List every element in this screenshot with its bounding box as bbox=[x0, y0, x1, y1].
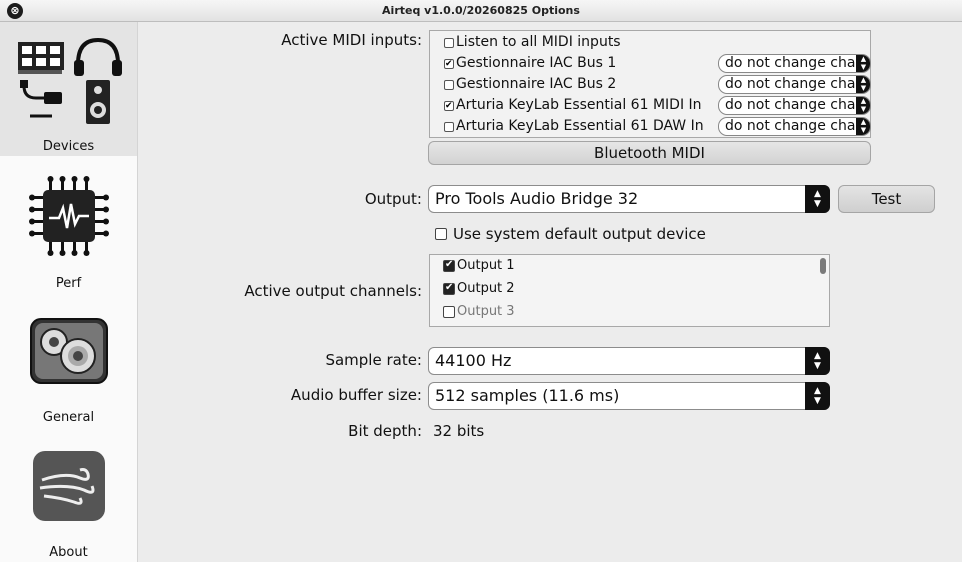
sample-rate-select[interactable]: 44100 Hz ▲ ▼ bbox=[428, 347, 830, 375]
channel-select[interactable]: do not change channel ▲ ▼ bbox=[718, 54, 871, 73]
output-channel-checkbox[interactable] bbox=[443, 306, 455, 318]
sidebar-item-general[interactable]: General bbox=[0, 308, 137, 438]
output-channel-row[interactable]: Output 2 bbox=[430, 278, 820, 301]
sidebar: Devices Perf General About bbox=[0, 22, 138, 562]
sidebar-item-perf[interactable]: Perf bbox=[0, 168, 137, 298]
output-label: Output: bbox=[364, 190, 422, 208]
sidebar-item-label: General bbox=[42, 410, 95, 425]
listen-all-label: Listen to all MIDI inputs bbox=[456, 34, 621, 50]
bluetooth-midi-button[interactable]: Bluetooth MIDI bbox=[428, 141, 871, 165]
midi-input-row[interactable]: Gestionnaire IAC Bus 1 do not change cha… bbox=[434, 54, 871, 74]
output-channel-checkbox[interactable] bbox=[443, 259, 455, 272]
midi-input-checkbox[interactable] bbox=[444, 122, 454, 132]
sidebar-item-label: Perf bbox=[55, 276, 82, 291]
bit-depth-label: Bit depth: bbox=[348, 422, 422, 440]
midi-input-checkbox[interactable] bbox=[444, 101, 454, 111]
select-arrows-icon: ▲ ▼ bbox=[805, 347, 830, 375]
buffer-size-select[interactable]: 512 samples (11.6 ms) ▲ ▼ bbox=[428, 382, 830, 410]
channel-select[interactable]: do not change channel ▲ ▼ bbox=[718, 75, 871, 94]
midi-input-name: Gestionnaire IAC Bus 2 bbox=[456, 76, 617, 92]
midi-input-row[interactable]: Arturia KeyLab Essential 61 DAW In do no… bbox=[434, 117, 871, 137]
output-select-value: Pro Tools Audio Bridge 32 bbox=[435, 189, 639, 208]
midi-listen-all-row[interactable]: Listen to all MIDI inputs bbox=[434, 33, 870, 53]
output-channels-list[interactable]: Output 1 Output 2 Output 3 bbox=[429, 254, 830, 327]
sidebar-item-about[interactable]: About bbox=[0, 442, 137, 562]
output-channel-row[interactable]: Output 1 bbox=[430, 255, 820, 278]
test-button[interactable]: Test bbox=[838, 185, 935, 213]
wind-icon bbox=[33, 451, 105, 521]
bit-depth-value: 32 bits bbox=[433, 422, 485, 440]
midi-input-row[interactable]: Gestionnaire IAC Bus 2 do not change cha… bbox=[434, 75, 871, 95]
sample-rate-label: Sample rate: bbox=[325, 351, 422, 369]
output-select[interactable]: Pro Tools Audio Bridge 32 ▲ ▼ bbox=[428, 185, 830, 213]
scrollbar-thumb[interactable] bbox=[820, 258, 826, 274]
channel-select-value: do not change channel bbox=[725, 76, 871, 92]
output-channels-label: Active output channels: bbox=[244, 282, 422, 300]
output-channel-row[interactable]: Output 3 bbox=[430, 301, 820, 324]
select-arrows-icon: ▲ ▼ bbox=[805, 382, 830, 410]
sample-rate-value: 44100 Hz bbox=[435, 351, 512, 370]
channel-select-value: do not change channel bbox=[725, 97, 871, 113]
channel-select[interactable]: do not change channel ▲ ▼ bbox=[718, 96, 871, 115]
chip-icon bbox=[29, 176, 109, 256]
channel-select-value: do not change channel bbox=[725, 55, 871, 71]
buffer-size-label: Audio buffer size: bbox=[290, 386, 422, 404]
sidebar-item-label: Devices bbox=[42, 139, 95, 154]
midi-inputs-list[interactable]: Listen to all MIDI inputs Gestionnaire I… bbox=[429, 30, 871, 138]
sidebar-item-label: About bbox=[49, 545, 88, 560]
midi-inputs-label: Active MIDI inputs: bbox=[281, 31, 422, 49]
select-arrows-icon: ▲ ▼ bbox=[856, 76, 870, 93]
output-channel-name: Output 2 bbox=[457, 281, 515, 296]
select-arrows-icon: ▲ ▼ bbox=[856, 55, 870, 72]
sidebar-item-devices[interactable]: Devices bbox=[0, 22, 137, 156]
system-default-checkbox[interactable] bbox=[435, 228, 447, 240]
output-channel-name: Output 3 bbox=[457, 304, 515, 319]
select-arrows-icon: ▲ ▼ bbox=[805, 185, 830, 213]
select-arrows-icon: ▲ ▼ bbox=[856, 118, 870, 135]
channel-select-value: do not change channel bbox=[725, 118, 871, 134]
midi-input-checkbox[interactable] bbox=[444, 59, 454, 69]
listen-all-checkbox[interactable] bbox=[444, 38, 454, 48]
devices-icon bbox=[18, 37, 122, 124]
title-bar: ⊗ Airteq v1.0.0/20260825 Options bbox=[0, 0, 962, 22]
output-channel-name: Output 1 bbox=[457, 258, 515, 273]
buffer-size-value: 512 samples (11.6 ms) bbox=[435, 386, 620, 405]
output-channel-checkbox[interactable] bbox=[443, 282, 455, 295]
midi-input-name: Arturia KeyLab Essential 61 MIDI In bbox=[456, 97, 702, 113]
channel-select[interactable]: do not change channel ▲ ▼ bbox=[718, 117, 871, 136]
midi-input-row[interactable]: Arturia KeyLab Essential 61 MIDI In do n… bbox=[434, 96, 871, 116]
window-title: Airteq v1.0.0/20260825 Options bbox=[382, 4, 580, 17]
system-default-label: Use system default output device bbox=[453, 225, 706, 243]
midi-input-checkbox[interactable] bbox=[444, 80, 454, 90]
midi-input-name: Gestionnaire IAC Bus 1 bbox=[456, 55, 617, 71]
midi-input-name: Arturia KeyLab Essential 61 DAW In bbox=[456, 118, 704, 134]
devices-panel: Active MIDI inputs: Listen to all MIDI i… bbox=[138, 22, 962, 562]
gears-icon bbox=[30, 318, 108, 384]
select-arrows-icon: ▲ ▼ bbox=[856, 97, 870, 114]
